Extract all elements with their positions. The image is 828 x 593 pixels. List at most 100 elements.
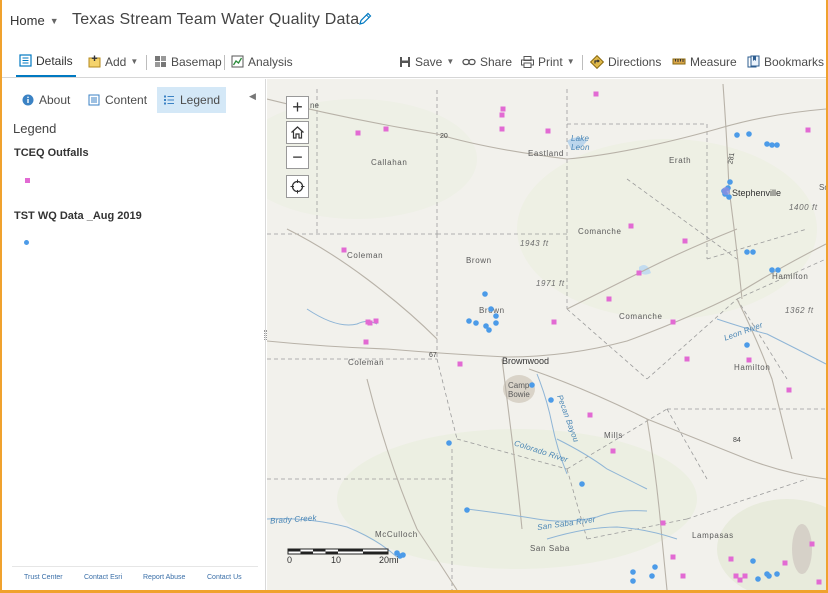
- outfall-marker[interactable]: [786, 387, 792, 393]
- wq-site-marker[interactable]: [744, 249, 750, 255]
- wq-site-marker[interactable]: [774, 142, 780, 148]
- tab-legend[interactable]: Legend: [157, 87, 227, 113]
- content-list-icon: [88, 94, 100, 106]
- wq-site-marker[interactable]: [769, 267, 775, 273]
- wq-site-marker[interactable]: [493, 320, 499, 326]
- outfall-marker[interactable]: [551, 319, 557, 325]
- footer-link-trust-center[interactable]: Trust Center: [24, 574, 63, 581]
- wq-site-marker[interactable]: [630, 569, 636, 575]
- print-button[interactable]: Print ▼: [521, 46, 575, 77]
- outfall-marker[interactable]: [383, 126, 389, 132]
- save-button[interactable]: Save ▼: [399, 46, 454, 77]
- tab-content[interactable]: Content: [82, 87, 153, 113]
- wq-site-marker[interactable]: [750, 249, 756, 255]
- legend-list-icon: [164, 95, 174, 105]
- link-icon: [462, 58, 476, 65]
- outfall-marker[interactable]: [457, 361, 463, 367]
- wq-site-marker[interactable]: [488, 306, 494, 312]
- side-panel-tabs: About Content Legend: [2, 87, 264, 113]
- wq-site-marker[interactable]: [750, 558, 756, 564]
- wq-site-marker[interactable]: [548, 397, 554, 403]
- wq-site-marker[interactable]: [766, 573, 772, 579]
- wq-site-marker[interactable]: [579, 481, 585, 487]
- page-title: Texas Stream Team Water Quality Data: [72, 11, 360, 28]
- wq-site-marker[interactable]: [744, 342, 750, 348]
- outfall-marker[interactable]: [737, 577, 743, 583]
- outfall-marker[interactable]: [355, 130, 361, 136]
- collapse-panel-icon[interactable]: ◀: [249, 91, 256, 102]
- outfall-marker[interactable]: [499, 126, 505, 132]
- wq-site-marker[interactable]: [775, 267, 781, 273]
- legend-heading: Legend: [13, 121, 57, 136]
- wq-site-marker[interactable]: [746, 131, 752, 137]
- outfall-marker[interactable]: [670, 554, 676, 560]
- outfall-marker[interactable]: [782, 560, 788, 566]
- wq-site-marker[interactable]: [486, 327, 492, 333]
- wq-site-cluster-marker[interactable]: [722, 187, 730, 195]
- zoom-out-button[interactable]: −: [286, 146, 309, 169]
- wq-site-marker[interactable]: [446, 440, 452, 446]
- outfall-marker[interactable]: [816, 579, 822, 585]
- outfall-marker[interactable]: [500, 106, 506, 112]
- outfall-marker[interactable]: [728, 556, 734, 562]
- scale-label: 10: [331, 555, 342, 565]
- crosshair-icon: [290, 179, 305, 194]
- outfall-marker[interactable]: [545, 128, 551, 134]
- measure-button[interactable]: Measure: [672, 46, 737, 77]
- default-extent-button[interactable]: [286, 121, 309, 144]
- wq-site-marker[interactable]: [726, 194, 732, 200]
- footer-link-contact-us[interactable]: Contact Us: [207, 574, 242, 581]
- wq-site-marker[interactable]: [473, 320, 479, 326]
- outfall-marker[interactable]: [684, 356, 690, 362]
- outfall-marker[interactable]: [363, 339, 369, 345]
- tab-about[interactable]: About: [16, 87, 76, 113]
- outfall-marker[interactable]: [746, 357, 752, 363]
- wq-site-marker[interactable]: [769, 142, 775, 148]
- wq-site-marker[interactable]: [764, 141, 770, 147]
- wq-site-marker[interactable]: [774, 571, 780, 577]
- add-button[interactable]: Add ▼: [88, 46, 138, 77]
- wq-site-marker[interactable]: [727, 179, 733, 185]
- share-button[interactable]: Share: [462, 46, 512, 77]
- analysis-button[interactable]: Analysis: [231, 46, 293, 77]
- bookmarks-button[interactable]: Bookmarks: [747, 46, 824, 77]
- locate-button[interactable]: [286, 175, 309, 198]
- zoom-in-button[interactable]: +: [286, 96, 309, 119]
- wq-site-marker[interactable]: [466, 318, 472, 324]
- outfall-marker[interactable]: [809, 541, 815, 547]
- wq-site-marker[interactable]: [482, 291, 488, 297]
- outfall-marker[interactable]: [610, 448, 616, 454]
- outfall-marker[interactable]: [587, 412, 593, 418]
- wq-site-marker[interactable]: [493, 313, 499, 319]
- outfall-marker[interactable]: [636, 270, 642, 276]
- add-label: Add: [105, 54, 127, 69]
- wq-site-marker[interactable]: [755, 576, 761, 582]
- directions-button[interactable]: Directions: [590, 46, 661, 77]
- footer-link-contact-esri[interactable]: Contact Esri: [84, 574, 122, 581]
- details-button[interactable]: Details: [16, 46, 76, 77]
- wq-site-marker[interactable]: [630, 578, 636, 584]
- outfall-marker[interactable]: [742, 573, 748, 579]
- outfall-marker[interactable]: [805, 127, 811, 133]
- outfall-marker[interactable]: [606, 296, 612, 302]
- outfall-marker[interactable]: [660, 520, 666, 526]
- home-menu-button[interactable]: Home ▼: [10, 13, 59, 28]
- outfall-marker[interactable]: [628, 223, 634, 229]
- map-view[interactable]: Callahan Eastland Erath Stephenville Lak…: [267, 79, 826, 590]
- wq-site-marker[interactable]: [649, 573, 655, 579]
- wq-site-marker[interactable]: [529, 382, 535, 388]
- footer-link-report-abuse[interactable]: Report Abuse: [143, 574, 185, 581]
- outfall-marker[interactable]: [680, 573, 686, 579]
- outfall-marker[interactable]: [682, 238, 688, 244]
- pencil-icon[interactable]: [358, 12, 372, 26]
- outfall-marker[interactable]: [373, 318, 379, 324]
- outfall-marker[interactable]: [367, 320, 373, 326]
- wq-site-marker[interactable]: [734, 132, 740, 138]
- outfall-marker[interactable]: [593, 91, 599, 97]
- outfall-marker[interactable]: [341, 247, 347, 253]
- wq-site-marker[interactable]: [652, 564, 658, 570]
- wq-site-marker[interactable]: [464, 507, 470, 513]
- outfall-marker[interactable]: [499, 112, 505, 118]
- outfall-marker[interactable]: [670, 319, 676, 325]
- basemap-button[interactable]: Basemap: [154, 46, 222, 77]
